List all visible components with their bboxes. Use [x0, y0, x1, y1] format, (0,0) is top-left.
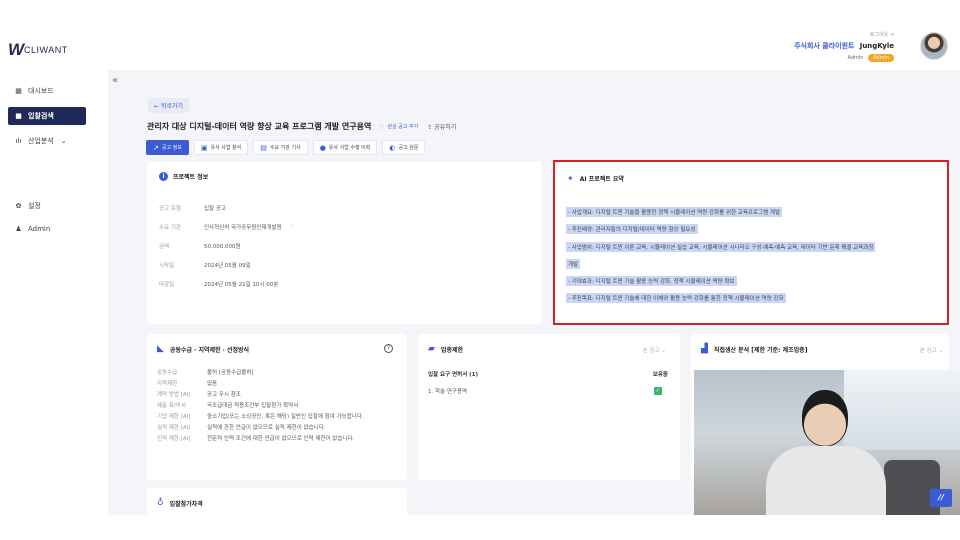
info-icon: i — [159, 172, 168, 181]
industry-row: 1. 학술·연구용역 ✓ — [428, 387, 662, 395]
logo-text: CLIWANT — [24, 45, 68, 55]
sidebar-item-bid-search[interactable]: ■ 입찰검색 — [8, 107, 86, 125]
title-row: 관리자 대상 디지털-데이터 역량 향상 교육 프로그램 개발 연구용역 ☆ 관… — [147, 121, 456, 132]
tab-notice-info[interactable]: ↗ 공고 정보 — [146, 140, 189, 155]
sidebar-item-label: 설정 — [28, 202, 41, 210]
contract-row: 실적 제한 [AI] 실적에 관한 언급이 없으므로 실적 제한이 없습니다. — [157, 425, 326, 431]
document-icon: ■ — [15, 112, 22, 120]
logo-mark: W — [8, 40, 24, 59]
contract-heading: ◣ 공동수급 · 지역제한 · 선정방식 — [157, 344, 250, 354]
bar-chart-icon: ılı — [15, 137, 22, 145]
chevron-down-icon: ⌄ — [60, 137, 67, 145]
role-row: Admin Admin — [794, 54, 894, 62]
ai-summary-line: - 사업개요: 디지털 트윈 기술을 활용한 정책 시뮬레이션 역량 강화를 위… — [566, 207, 783, 217]
contract-row: 계약 방법 [AI] 공고 우시 참조 — [157, 392, 241, 398]
sparkle-icon: ✦ — [567, 174, 574, 183]
back-button[interactable]: ← 뒤로가기 — [148, 98, 190, 113]
info-row: 금액 50,000,000원 — [159, 244, 241, 250]
logo[interactable]: W CLIWANT — [8, 40, 68, 60]
sidebar-item-label: 대시보드 — [28, 87, 54, 95]
presenter-head — [802, 390, 848, 446]
sidebar-item-label: 산업분석 — [28, 137, 54, 145]
ai-summary-line: 개발 — [566, 259, 581, 269]
avatar[interactable] — [920, 32, 948, 60]
role-label: Admin — [847, 55, 864, 61]
ai-summary-line: - 사업범위: 디지털 트윈 이론 교육, 시뮬레이션 실습 교육, 시뮬레이션… — [566, 242, 876, 252]
help-icon[interactable]: ? — [384, 344, 393, 353]
gear-icon: ✿ — [15, 202, 22, 210]
collapse-sidebar-button[interactable]: « — [112, 75, 118, 86]
page-title: 관리자 대상 디지털-데이터 역량 향상 교육 프로그램 개발 연구용역 — [147, 122, 372, 131]
contract-row: 인적 제한 [AI] 전문적 인력 조건에 대한 언급이 없으므로 인력 제한이 … — [157, 436, 355, 442]
brand-logo-icon: // — [930, 489, 952, 507]
user-icon: ♟ — [15, 225, 22, 233]
sidebar-item-admin[interactable]: ♟ Admin — [8, 220, 56, 238]
sidebar-item-label: 입찰검색 — [28, 112, 54, 120]
contract-row: 기업 제한 [AI] 중소기업(또는 소상공인, 혹은 해당) 일반인 입찰에 참… — [157, 414, 364, 420]
project-info-card: i 프로젝트 정보 공고 유형 입찰 공고 수요 기관 인사혁신처 국가공무원인… — [147, 162, 542, 324]
factory-icon: ▟ — [701, 344, 708, 354]
star-icon[interactable]: ☆ — [377, 122, 384, 131]
industry-header-row: 입찰 요구 면허서 (1) 보유중 — [428, 372, 668, 378]
bidder-heading: ♁ 입찰참가자격 — [157, 498, 203, 508]
building-icon: ▣ — [200, 143, 208, 152]
bidder-card: ♁ 입찰참가자격 — [147, 488, 407, 515]
check-icon: ✓ — [654, 387, 662, 395]
arrow-icon: ↗ — [153, 143, 159, 152]
sidebar-item-industry-analysis[interactable]: ılı 산업분석 ⌄ — [8, 132, 73, 150]
top-bar: W CLIWANT 로그아웃 ⇥ 주식회사 클라이원트 JungKyle Adm… — [0, 28, 960, 70]
arrow-left-icon: ← — [154, 103, 160, 110]
history-icon: ● — [319, 143, 326, 152]
industry-icon: ▰ — [428, 344, 435, 354]
tab-original-notice[interactable]: ◐ 공고 원문 — [382, 140, 426, 155]
news-icon: ▤ — [260, 143, 267, 152]
ai-summary-heading: ✦ AI 프로젝트 요약 — [567, 174, 624, 183]
ai-summary-line: - 추진목표: 디지털 트윈 기술에 대한 이해와 활용 능력 강화를 통한 정… — [566, 293, 786, 303]
info-row: 공고 유형 입찰 공고 — [159, 206, 226, 212]
industry-heading: ▰ 업종제한 — [428, 344, 464, 354]
tab-bar: ↗ 공고 정보 ▣ 유사 사업 분석 ▤ 수요 기관 기사 ● 유사 사업 수행… — [146, 140, 426, 155]
share-icon: ⇪ — [427, 124, 433, 131]
admin-badge: Admin — [868, 54, 894, 62]
logout-link[interactable]: 로그아웃 ⇥ — [794, 31, 894, 38]
company-row: 주식회사 클라이원트 JungKyle — [794, 41, 894, 51]
contract-card: ◣ 공동수급 · 지역제한 · 선정방식 ? 공동수급 불허 [공동수급불허] 지… — [147, 334, 407, 480]
ai-summary-card: ✦ AI 프로젝트 요약 - 사업개요: 디지털 트윈 기술을 활용한 정책 시… — [553, 160, 949, 325]
production-heading: ▟ 직접생산 분석 [제한 기준: 제조업종] — [701, 344, 808, 354]
contract-row: 공동수급 불허 [공동수급불허] — [157, 370, 254, 376]
project-info-heading: i 프로젝트 정보 — [159, 172, 208, 181]
company-name: 주식회사 클라이원트 — [794, 42, 855, 50]
presenter-body — [766, 446, 886, 515]
contract-row: 제출 폭/악서 국조급대금 적용조건부 입찰참가 확약서 — [157, 403, 299, 409]
flag-icon: ◐ — [389, 143, 396, 152]
info-row: 마감일 2024년 05월 21일 10시 00분 — [159, 282, 279, 288]
industry-card: ▰ 업종제한 본 공고 ⌄ 입찰 요구 면허서 (1) 보유중 1. 학술·연구… — [418, 334, 680, 480]
production-dropdown[interactable]: 본 공고 ⌄ — [920, 346, 943, 354]
share-button[interactable]: ⇪ 공유하기 — [427, 122, 456, 131]
ai-summary-line: - 추진배경: 관리자들의 디지털/데이터 역량 향상 필요성 — [566, 224, 698, 234]
ruler-icon: ◣ — [157, 344, 164, 354]
username: JungKyle — [859, 42, 894, 50]
tab-agency-articles[interactable]: ▤ 수요 기관 기사 — [253, 140, 308, 155]
user-area: 로그아웃 ⇥ 주식회사 클라이원트 JungKyle Admin Admin — [794, 31, 894, 62]
logout-icon: ⇥ — [889, 32, 894, 38]
tab-similar-business[interactable]: ▣ 유사 사업 분석 — [193, 140, 249, 155]
info-row: 수요 기관 인사혁신처 국가공무원인재개발원 ☆ — [159, 223, 295, 231]
sidebar-item-label: Admin — [28, 225, 51, 233]
tab-similar-history[interactable]: ● 유사 사업 수행 이력 — [312, 140, 378, 155]
industry-dropdown[interactable]: 본 공고 ⌄ — [643, 346, 666, 354]
webcam-overlay: // — [694, 370, 960, 515]
ai-summary-line: - 기대효과: 디지털 트윈 기술 활용 능력 강화, 정책 시뮬레이션 역량 … — [566, 276, 737, 286]
presenter — [766, 390, 886, 515]
dashboard-icon: ▦ — [15, 87, 22, 95]
star-icon[interactable]: ☆ — [290, 223, 295, 231]
sidebar-item-dashboard[interactable]: ▦ 대시보드 — [8, 82, 60, 100]
medal-icon: ♁ — [157, 498, 164, 508]
add-favorite-link[interactable]: 관심 공고 추가 — [388, 123, 419, 130]
info-row: 시작일 2024년 05월 09일 — [159, 263, 251, 269]
contract-row: 지역제한 없음 — [157, 381, 218, 387]
sidebar-item-settings[interactable]: ✿ 설정 — [8, 197, 47, 215]
